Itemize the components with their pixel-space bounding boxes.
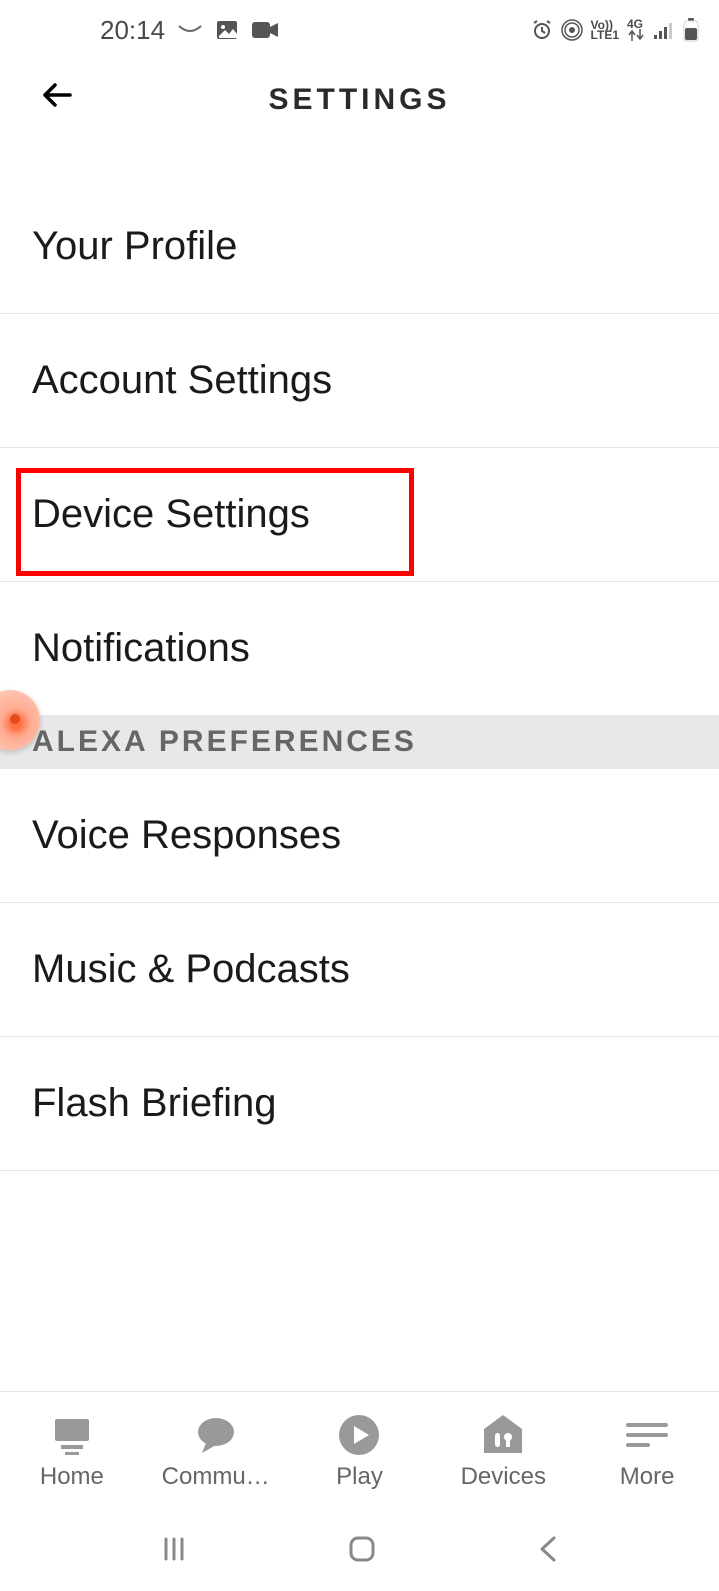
- nav-label: Devices: [461, 1463, 546, 1491]
- hotspot-icon: [561, 19, 583, 41]
- back-button[interactable]: [535, 1533, 561, 1570]
- section-header-alexa-preferences: ALEXA PREFERENCES: [0, 715, 719, 769]
- nav-item-play[interactable]: Play: [294, 1412, 424, 1491]
- status-time: 20:14: [100, 15, 165, 46]
- alarm-icon: [531, 19, 553, 41]
- settings-item-label: Device Settings: [32, 492, 310, 536]
- status-bar: 20:14 Vo))LTE1 4G: [0, 0, 719, 60]
- settings-item-device-settings[interactable]: Device Settings: [0, 448, 719, 582]
- settings-item-music-podcasts[interactable]: Music & Podcasts: [0, 903, 719, 1037]
- more-icon: [622, 1412, 672, 1457]
- app-header: SETTINGS: [0, 60, 719, 140]
- settings-item-flash-briefing[interactable]: Flash Briefing: [0, 1037, 719, 1171]
- devices-icon: [480, 1412, 526, 1457]
- back-arrow-icon[interactable]: [40, 76, 78, 124]
- battery-icon: [683, 18, 699, 42]
- home-button[interactable]: [346, 1533, 378, 1570]
- recents-button[interactable]: [158, 1533, 190, 1570]
- settings-item-your-profile[interactable]: Your Profile: [0, 180, 719, 314]
- nav-label: More: [620, 1463, 675, 1491]
- settings-item-label: Notifications: [32, 626, 250, 670]
- home-icon: [49, 1412, 95, 1457]
- settings-item-notifications[interactable]: Notifications: [0, 582, 719, 715]
- bottom-nav: Home Commu… Play Devices More: [0, 1391, 719, 1511]
- video-icon: [251, 19, 279, 41]
- nav-item-home[interactable]: Home: [7, 1412, 137, 1491]
- settings-item-account-settings[interactable]: Account Settings: [0, 314, 719, 448]
- settings-item-label: Voice Responses: [32, 813, 341, 857]
- network-indicator: 4G: [627, 19, 645, 42]
- signal-icon: [653, 20, 675, 40]
- system-nav: [0, 1511, 719, 1591]
- nav-label: Home: [40, 1463, 104, 1491]
- nav-item-devices[interactable]: Devices: [438, 1412, 568, 1491]
- page-title: SETTINGS: [40, 83, 679, 117]
- status-left: 20:14: [100, 15, 279, 46]
- play-icon: [337, 1412, 381, 1457]
- settings-item-label: Your Profile: [32, 224, 237, 268]
- communicate-icon: [194, 1412, 238, 1457]
- nav-item-communicate[interactable]: Commu…: [151, 1412, 281, 1491]
- nav-label: Commu…: [162, 1463, 270, 1491]
- settings-item-label: Flash Briefing: [32, 1081, 277, 1125]
- amazon-smile-icon: [177, 23, 203, 37]
- settings-list: Your Profile Account Settings Device Set…: [0, 140, 719, 1171]
- settings-item-label: Music & Podcasts: [32, 947, 350, 991]
- volte-indicator: Vo))LTE1: [591, 20, 619, 40]
- image-icon: [215, 18, 239, 42]
- nav-label: Play: [336, 1463, 383, 1491]
- settings-item-voice-responses[interactable]: Voice Responses: [0, 769, 719, 903]
- status-right: Vo))LTE1 4G: [531, 18, 699, 42]
- nav-item-more[interactable]: More: [582, 1412, 712, 1491]
- settings-item-label: Account Settings: [32, 358, 332, 402]
